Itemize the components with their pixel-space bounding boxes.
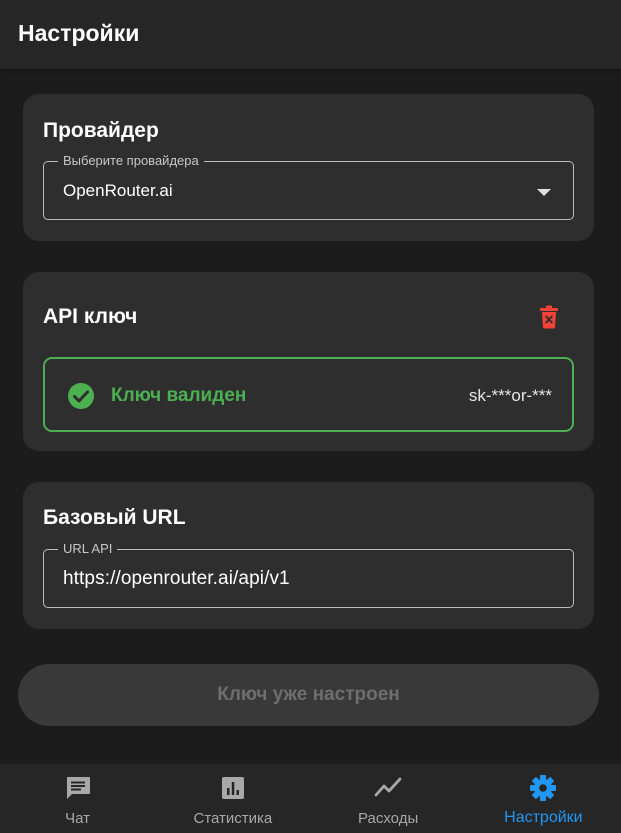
nav-item-settings[interactable]: Настройки — [466, 764, 621, 833]
trash-icon[interactable] — [539, 305, 559, 329]
api-key-card-title: API ключ — [43, 305, 138, 328]
base-url-input-label: URL API — [58, 541, 118, 557]
nav-label-statistics: Статистика — [193, 810, 273, 827]
api-key-card: API ключ Ключ валиден sk-***or-*** — [23, 272, 594, 451]
masked-api-key: sk-***or-*** — [468, 386, 552, 405]
provider-card: Провайдер Выберите провайдера OpenRouter… — [23, 94, 594, 241]
delete-key-button[interactable] — [535, 302, 563, 332]
nav-label-chat: Чат — [65, 810, 91, 827]
nav-item-statistics[interactable]: Статистика — [155, 764, 310, 833]
key-configured-button[interactable]: Ключ уже настроен — [18, 664, 599, 726]
gear-icon — [529, 774, 557, 802]
bottom-navigation: Чат Статистика Расходы Настройки — [0, 764, 621, 833]
base-url-card: Базовый URL URL API https://openrouter.a… — [23, 482, 594, 629]
app-bar: Настройки — [0, 0, 621, 69]
nav-item-chat[interactable]: Чат — [0, 764, 155, 833]
nav-item-expenses[interactable]: Расходы — [311, 764, 466, 833]
provider-card-title: Провайдер — [43, 119, 159, 142]
page-title: Настройки — [18, 20, 140, 46]
dropdown-arrow-icon[interactable] — [537, 189, 551, 196]
provider-select[interactable]: Выберите провайдера OpenRouter.ai — [43, 153, 574, 220]
provider-select-value: OpenRouter.ai — [63, 181, 173, 200]
check-circle-icon — [68, 383, 94, 409]
base-url-card-title: Базовый URL — [43, 506, 186, 529]
key-status-box: Ключ валиден sk-***or-*** — [43, 357, 574, 432]
bar-chart-icon — [219, 774, 247, 802]
nav-label-expenses: Расходы — [358, 810, 419, 827]
trend-line-icon — [374, 774, 402, 802]
base-url-input[interactable]: URL API https://openrouter.ai/api/v1 — [43, 541, 574, 608]
app-root: Настройки Провайдер Выберите провайдера … — [0, 0, 621, 833]
key-status-text: Ключ валиден — [111, 385, 247, 406]
nav-label-settings: Настройки — [504, 809, 583, 826]
base-url-input-value[interactable]: https://openrouter.ai/api/v1 — [63, 568, 290, 590]
provider-select-label: Выберите провайдера — [58, 153, 204, 169]
chat-icon — [64, 774, 92, 802]
